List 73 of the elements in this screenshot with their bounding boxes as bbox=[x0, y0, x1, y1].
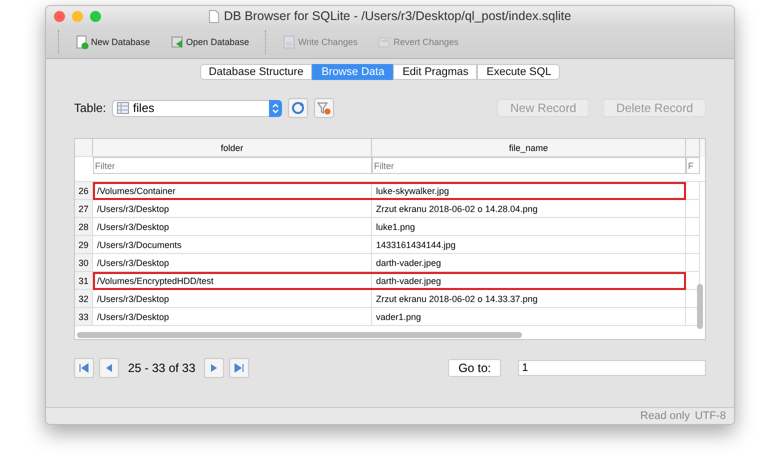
row-number: 28 bbox=[75, 218, 93, 236]
tab[interactable]: Execute SQL bbox=[477, 64, 560, 80]
go-to-button[interactable]: Go to: bbox=[448, 359, 501, 377]
row-number: 27 bbox=[75, 200, 93, 218]
highlighted-row[interactable]: /Volumes/Container luke-skywalker.jpg bbox=[93, 182, 686, 200]
filter-field[interactable]: F bbox=[686, 157, 700, 174]
vertical-scrollbar[interactable] bbox=[697, 284, 703, 329]
refresh-button[interactable] bbox=[288, 98, 308, 118]
row-number: 29 bbox=[75, 236, 93, 254]
table-icon bbox=[117, 102, 130, 114]
table-cell: /Users/r3/Desktop bbox=[93, 254, 372, 272]
table-row[interactable]: /Users/r3/Desktop Zrzut ekranu 2018-06-02 o 14.33.37.png bbox=[93, 290, 686, 308]
row-number: 26 bbox=[75, 182, 93, 200]
table-cell: darth-vader.jpeg bbox=[372, 254, 686, 272]
table-cell: luke-skywalker.jpg bbox=[372, 182, 686, 200]
first-page-button[interactable] bbox=[74, 358, 94, 378]
next-page-button[interactable] bbox=[204, 358, 224, 378]
stepper-icon[interactable] bbox=[269, 100, 282, 116]
zoom-button[interactable] bbox=[90, 10, 101, 22]
table-row[interactable]: /Users/r3/Desktop vader1.png bbox=[93, 308, 686, 326]
horizontal-scrollbar[interactable] bbox=[77, 332, 522, 338]
table-row[interactable]: /Users/r3/Desktop Zrzut ekranu 2018-06-02 o 14.28.04.png bbox=[93, 200, 686, 218]
close-button[interactable] bbox=[54, 10, 65, 22]
row-number: 32 bbox=[75, 290, 93, 308]
go-to-field[interactable]: 1 bbox=[518, 360, 706, 376]
window-title: DB Browser for SQLite - /Users/r3/Desktop/ql_post/index.sqlite bbox=[224, 9, 572, 23]
table-label: Table: bbox=[74, 101, 106, 115]
table-cell: 1433161434144.jpg bbox=[372, 236, 686, 254]
read-only-status: Read only bbox=[640, 410, 690, 422]
table-cell: darth-vader.jpeg bbox=[372, 272, 686, 290]
table-cell: Zrzut ekranu 2018-06-02 o 14.28.04.png bbox=[372, 200, 686, 218]
table-cell: /Users/r3/Desktop bbox=[93, 200, 372, 218]
last-page-button[interactable] bbox=[229, 358, 250, 378]
highlighted-row[interactable]: /Volumes/EncryptedHDD/test darth-vader.jpeg bbox=[93, 272, 686, 290]
filter-field[interactable]: Filter bbox=[93, 157, 372, 174]
right-triangle-icon bbox=[210, 363, 218, 373]
document-icon bbox=[208, 10, 219, 22]
table-cell: /Users/r3/Desktop bbox=[93, 218, 372, 236]
table-row[interactable]: /Users/r3/Documents 1433161434144.jpg bbox=[93, 236, 686, 254]
table-cell bbox=[686, 254, 700, 272]
row-number: 31 bbox=[75, 272, 93, 290]
table-dropdown[interactable]: files bbox=[112, 100, 282, 116]
document-icon bbox=[282, 35, 296, 49]
page-range: 25 - 33 of 33 bbox=[127, 361, 196, 375]
table-row[interactable]: /Users/r3/Desktop darth-vader.jpeg bbox=[93, 254, 686, 272]
table-cell bbox=[686, 200, 700, 218]
previous-page-button[interactable] bbox=[99, 358, 119, 378]
table-cell: /Users/r3/Desktop bbox=[93, 290, 372, 308]
table-cell: /Users/r3/Documents bbox=[93, 236, 372, 254]
table-cell bbox=[686, 236, 700, 254]
first-page-icon bbox=[79, 363, 89, 373]
document-icon bbox=[377, 35, 392, 49]
table-row[interactable]: /Users/r3/Desktop luke1.png bbox=[93, 218, 686, 236]
row-number: 33 bbox=[75, 308, 93, 326]
table-cell bbox=[686, 218, 700, 236]
document-icon bbox=[170, 35, 184, 49]
tab[interactable]: Database Structure bbox=[200, 64, 312, 80]
filter-field[interactable]: Filter bbox=[372, 157, 686, 174]
last-page-icon bbox=[234, 363, 244, 373]
table-cell: Zrzut ekranu 2018-06-02 o 14.33.37.png bbox=[372, 290, 686, 308]
table-cell: /Volumes/Container bbox=[93, 182, 372, 200]
table-cell: luke1.png bbox=[372, 218, 686, 236]
toolbar-button[interactable]: New Database bbox=[67, 33, 158, 51]
tab[interactable]: Edit Pragmas bbox=[393, 64, 478, 80]
document-icon bbox=[75, 35, 89, 49]
table-cell: /Users/r3/Desktop bbox=[93, 308, 372, 326]
encoding-status: UTF-8 bbox=[694, 410, 726, 422]
clear-filters-button[interactable] bbox=[314, 98, 334, 118]
left-triangle-icon bbox=[105, 363, 113, 373]
toolbar-button[interactable]: Open Database bbox=[162, 33, 258, 51]
table-cell: /Volumes/EncryptedHDD/test bbox=[93, 272, 372, 290]
row-number: 30 bbox=[75, 254, 93, 272]
table-cell: vader1.png bbox=[372, 308, 686, 326]
